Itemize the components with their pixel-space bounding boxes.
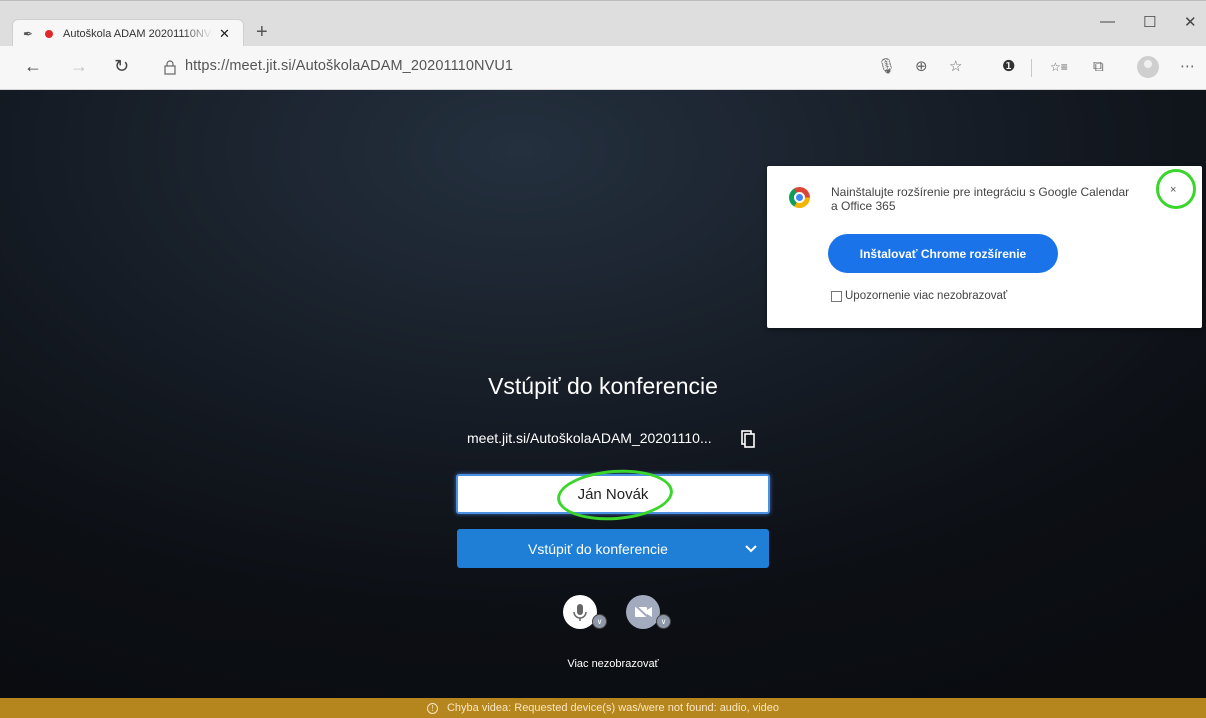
profile-avatar[interactable] [1137, 56, 1159, 78]
feather-icon: ✒ [23, 26, 34, 41]
tab-strip: ✒ Autoškola ADAM 20201110NVU1 ✕ + — ☐ ✕ [0, 0, 1206, 47]
dont-show-again-link[interactable]: Viac nezobrazovať [0, 658, 1206, 670]
favorites-list-icon[interactable]: ☆≡ [1050, 57, 1068, 77]
camera-toggle-button[interactable] [626, 595, 660, 629]
back-button[interactable]: ← [24, 56, 42, 76]
dont-remind-label: Upozornenie viac nezobrazovať [845, 290, 1008, 302]
camera-off-icon [634, 604, 652, 621]
dont-remind-checkbox[interactable]: Upozornenie viac nezobrazovať [831, 290, 1007, 302]
extension-icon[interactable]: ❶ [1002, 57, 1015, 77]
error-banner: ! Chyba videa: Requested device(s) was/w… [0, 698, 1206, 718]
join-button-label: Vstúpiť do konferencie [528, 540, 668, 557]
checkbox-icon[interactable] [831, 290, 842, 302]
notification-text: Nainštalujte rozšírenie pre integráciu s… [831, 185, 1130, 213]
jitsi-prejoin-screen: Vstúpiť do konferencie meet.jit.si/Autoš… [0, 90, 1206, 698]
warning-icon: ! [426, 702, 438, 714]
page-title: Vstúpiť do konferencie [488, 373, 718, 399]
join-conference-button[interactable]: Vstúpiť do konferencie [457, 529, 769, 568]
browser-tab[interactable]: ✒ Autoškola ADAM 20201110NVU1 ✕ [12, 19, 244, 47]
install-extension-button[interactable]: Inštalovať Chrome rozšírenie [828, 234, 1058, 273]
close-window-button[interactable]: ✕ [1184, 13, 1197, 31]
notification-close-icon[interactable]: × [1170, 184, 1176, 196]
extension-notification: Nainštalujte rozšírenie pre integráciu s… [767, 166, 1202, 328]
camera-options-chevron-icon[interactable]: ∨ [656, 614, 671, 629]
refresh-button[interactable]: ↻ [114, 56, 129, 76]
url-host: https://meet.jit.si [185, 58, 292, 74]
minimize-button[interactable]: — [1100, 13, 1115, 30]
add-tab-icon[interactable]: ⊕ [915, 57, 928, 77]
chrome-icon [789, 187, 810, 208]
tab-close-icon[interactable]: ✕ [219, 26, 230, 42]
address-toolbar: ← → ↻ https://meet.jit.si/AutoškolaADAM_… [0, 46, 1206, 90]
maximize-button[interactable]: ☐ [1143, 13, 1156, 31]
url-path: /AutoškolaADAM_20201110NVU1 [291, 58, 514, 74]
collections-icon[interactable]: ⧉ [1093, 57, 1104, 77]
new-tab-button[interactable]: + [256, 21, 268, 43]
favorite-star-icon[interactable]: ☆ [949, 57, 962, 77]
conference-url: meet.jit.si/AutoškolaADAM_20201110... [467, 430, 712, 446]
chevron-down-icon[interactable] [733, 529, 769, 568]
copy-icon[interactable] [741, 430, 755, 448]
more-menu-icon[interactable]: ⋯ [1180, 57, 1195, 77]
forward-button[interactable]: → [70, 56, 88, 76]
recording-indicator-icon [45, 29, 53, 38]
lock-icon [164, 60, 176, 75]
tab-title: Autoškola ADAM 20201110NVU1 [63, 27, 213, 40]
url-field[interactable]: https://meet.jit.si/AutoškolaADAM_202011… [185, 58, 513, 74]
error-message: Chyba videa: Requested device(s) was/wer… [446, 702, 780, 714]
display-name-input[interactable] [456, 474, 770, 514]
mic-options-chevron-icon[interactable]: ∨ [592, 614, 607, 629]
toolbar-divider [1031, 59, 1032, 77]
microphone-icon[interactable]: 🎙 [877, 57, 896, 77]
